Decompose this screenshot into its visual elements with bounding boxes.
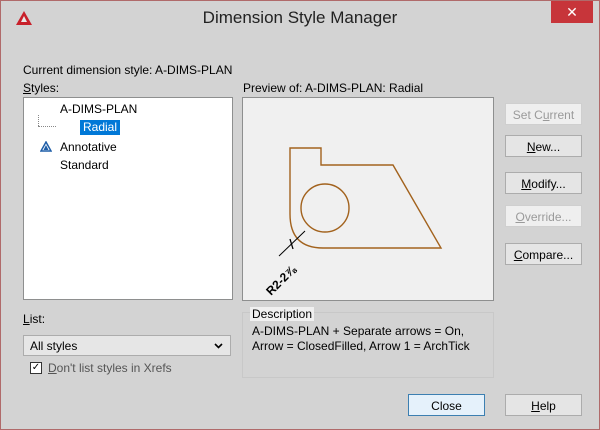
close-window-button[interactable]: ✕ (551, 1, 593, 23)
style-item-standard[interactable]: Standard (60, 158, 109, 172)
close-icon: ✕ (566, 4, 578, 20)
compare-button[interactable]: Compare... (505, 243, 582, 265)
style-item-a-dims-plan[interactable]: A-DIMS-PLAN (60, 102, 137, 116)
current-style-label: Current dimension style: A-DIMS-PLAN (23, 63, 233, 77)
help-button[interactable]: Help (505, 394, 582, 416)
style-item-radial-selected[interactable]: Radial (80, 120, 121, 135)
radial-dimension-preview-drawing: R2-2⅞ (263, 147, 443, 298)
close-button[interactable]: Close (408, 394, 485, 416)
chevron-down-icon (214, 343, 223, 349)
list-label: List: (23, 312, 46, 326)
styles-label: Styles: (23, 81, 60, 95)
set-current-button[interactable]: Set Current (505, 103, 582, 125)
description-line-2: Arrow = ClosedFilled, Arrow 1 = ArchTick (252, 339, 470, 353)
preview-label: Preview of: A-DIMS-PLAN: Radial (243, 81, 424, 95)
list-filter-value: All styles (30, 339, 78, 353)
tree-connector (38, 115, 40, 126)
title-bar[interactable]: Dimension Style Manager ✕ (1, 1, 599, 34)
annotative-icon (40, 141, 52, 152)
styles-list[interactable]: A-DIMS-PLAN Radial Annotative Standard (23, 97, 233, 300)
dont-list-xrefs-checkbox[interactable]: ✓ (30, 362, 42, 374)
style-item-annotative[interactable]: Annotative (60, 140, 117, 154)
radial-dimension-text: R2-2⅞ (263, 262, 299, 298)
new-button[interactable]: New... (505, 135, 582, 157)
preview-panel: R2-2⅞ (242, 97, 494, 301)
dont-list-xrefs-label[interactable]: Don't list styles in Xrefs (48, 361, 172, 375)
modify-button[interactable]: Modify... (505, 172, 582, 194)
override-button[interactable]: Override... (505, 205, 582, 227)
description-title: Description (250, 307, 315, 321)
window-title: Dimension Style Manager (202, 8, 398, 27)
tree-connector-horizontal (38, 126, 56, 128)
list-filter-select[interactable]: All styles (23, 335, 231, 356)
description-line-1: A-DIMS-PLAN + Separate arrows = On, (252, 324, 465, 338)
